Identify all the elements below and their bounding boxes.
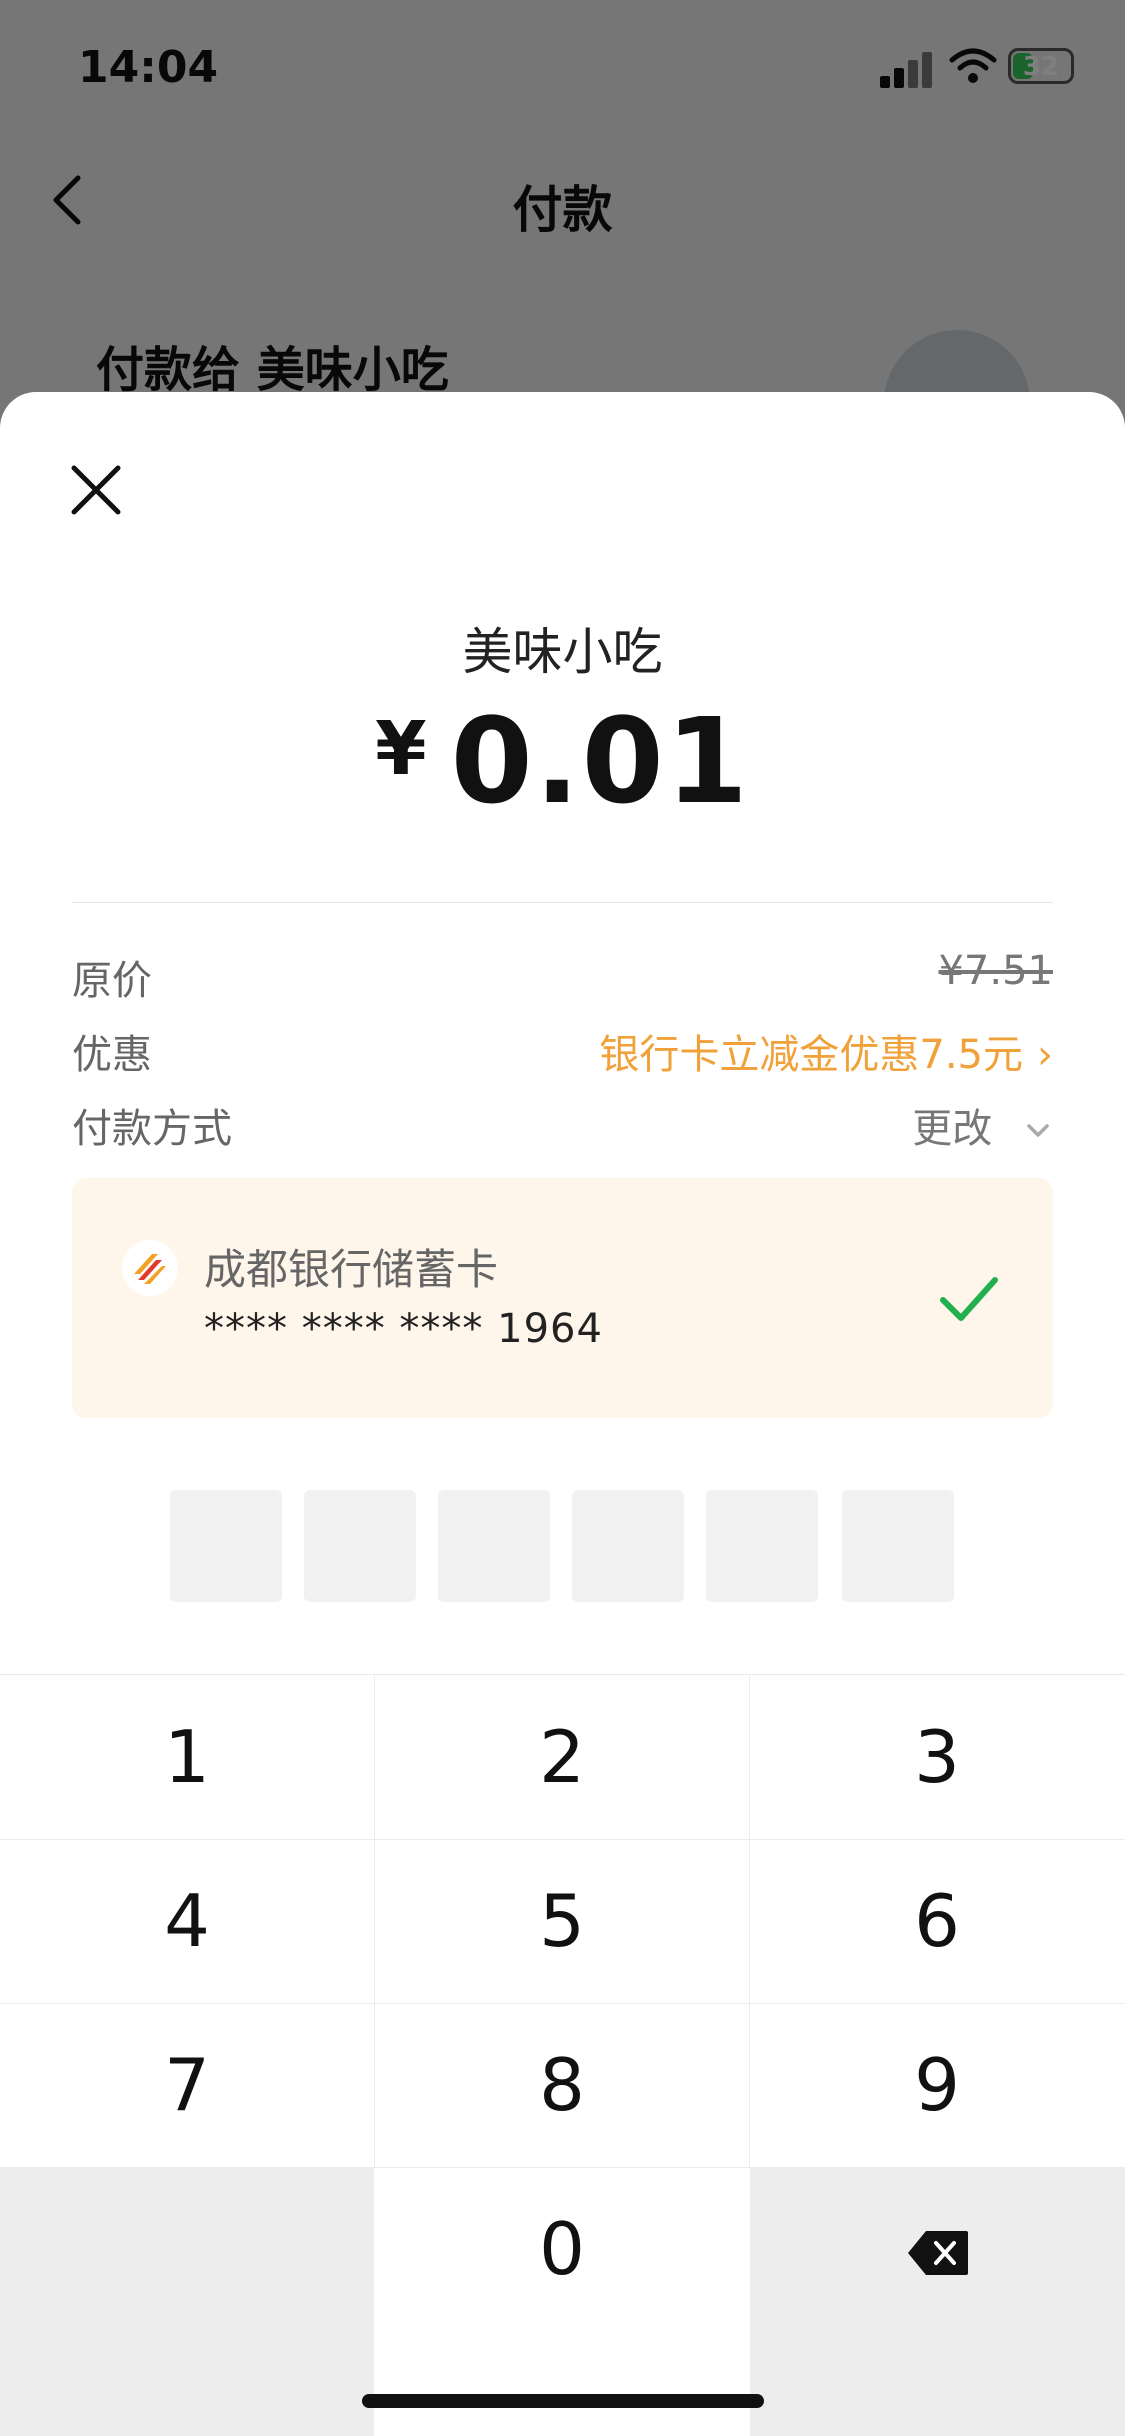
key-9[interactable]: 9 (750, 2003, 1124, 2167)
check-icon (940, 1277, 998, 1321)
change-payment-button[interactable]: 更改 (912, 1096, 1053, 1154)
card-number: **** **** **** 1964 (204, 1306, 603, 1352)
pin-box (842, 1490, 954, 1602)
key-5[interactable]: 5 (375, 1839, 749, 2003)
key-4[interactable]: 4 (0, 1839, 374, 2003)
key-1[interactable]: 1 (0, 1675, 374, 1839)
change-label: 更改 (912, 1106, 993, 1152)
payment-sheet: 美味小吃 ¥0.01 原价 ¥7.51 优惠 银行卡立减金优惠7.5元 › 付款方… (0, 392, 1125, 2436)
pin-box (170, 1490, 282, 1602)
discount-value-wrap[interactable]: 银行卡立减金优惠7.5元 › (599, 1022, 1053, 1080)
chevron-right-icon: › (1037, 1032, 1053, 1078)
amount-display: ¥0.01 (0, 692, 1125, 830)
delete-key[interactable] (750, 2167, 1125, 2436)
pin-box (304, 1490, 416, 1602)
pin-box (572, 1490, 684, 1602)
original-price-value: ¥7.51 (938, 948, 1053, 994)
pin-box (706, 1490, 818, 1602)
bank-name: 成都银行储蓄卡 (204, 1245, 499, 1294)
selected-card[interactable]: 成都银行储蓄卡 **** **** **** 1964 (72, 1178, 1053, 1418)
discount-row[interactable]: 优惠 银行卡立减金优惠7.5元 › (72, 1022, 1053, 1082)
key-6[interactable]: 6 (750, 1839, 1124, 2003)
key-2[interactable]: 2 (375, 1675, 749, 1839)
key-0[interactable]: 0 (375, 2167, 749, 2331)
currency-symbol: ¥ (375, 706, 427, 792)
original-price-label: 原价 (72, 958, 152, 1004)
pin-input[interactable] (170, 1490, 954, 1602)
pin-box (438, 1490, 550, 1602)
keypad-blank (0, 2167, 374, 2436)
bank-logo-icon (122, 1240, 178, 1296)
payment-method-label: 付款方式 (72, 1106, 232, 1152)
amount-value: 0.01 (450, 692, 750, 830)
numeric-keypad: 1 2 3 4 5 6 7 8 9 0 (0, 1674, 1125, 2436)
key-3[interactable]: 3 (750, 1675, 1124, 1839)
discount-label: 优惠 (72, 1032, 152, 1078)
home-indicator (362, 2394, 764, 2408)
key-8[interactable]: 8 (375, 2003, 749, 2167)
key-7[interactable]: 7 (0, 2003, 374, 2167)
payment-method-row[interactable]: 付款方式 更改 (72, 1096, 1053, 1156)
backspace-icon (908, 2231, 968, 2275)
original-price-row: 原价 ¥7.51 (72, 948, 1053, 1008)
merchant-name: 美味小吃 (462, 623, 663, 681)
close-icon[interactable] (66, 460, 126, 520)
discount-value: 银行卡立减金优惠7.5元 (599, 1032, 1023, 1078)
chevron-down-icon (1027, 1124, 1049, 1137)
divider (72, 902, 1053, 903)
